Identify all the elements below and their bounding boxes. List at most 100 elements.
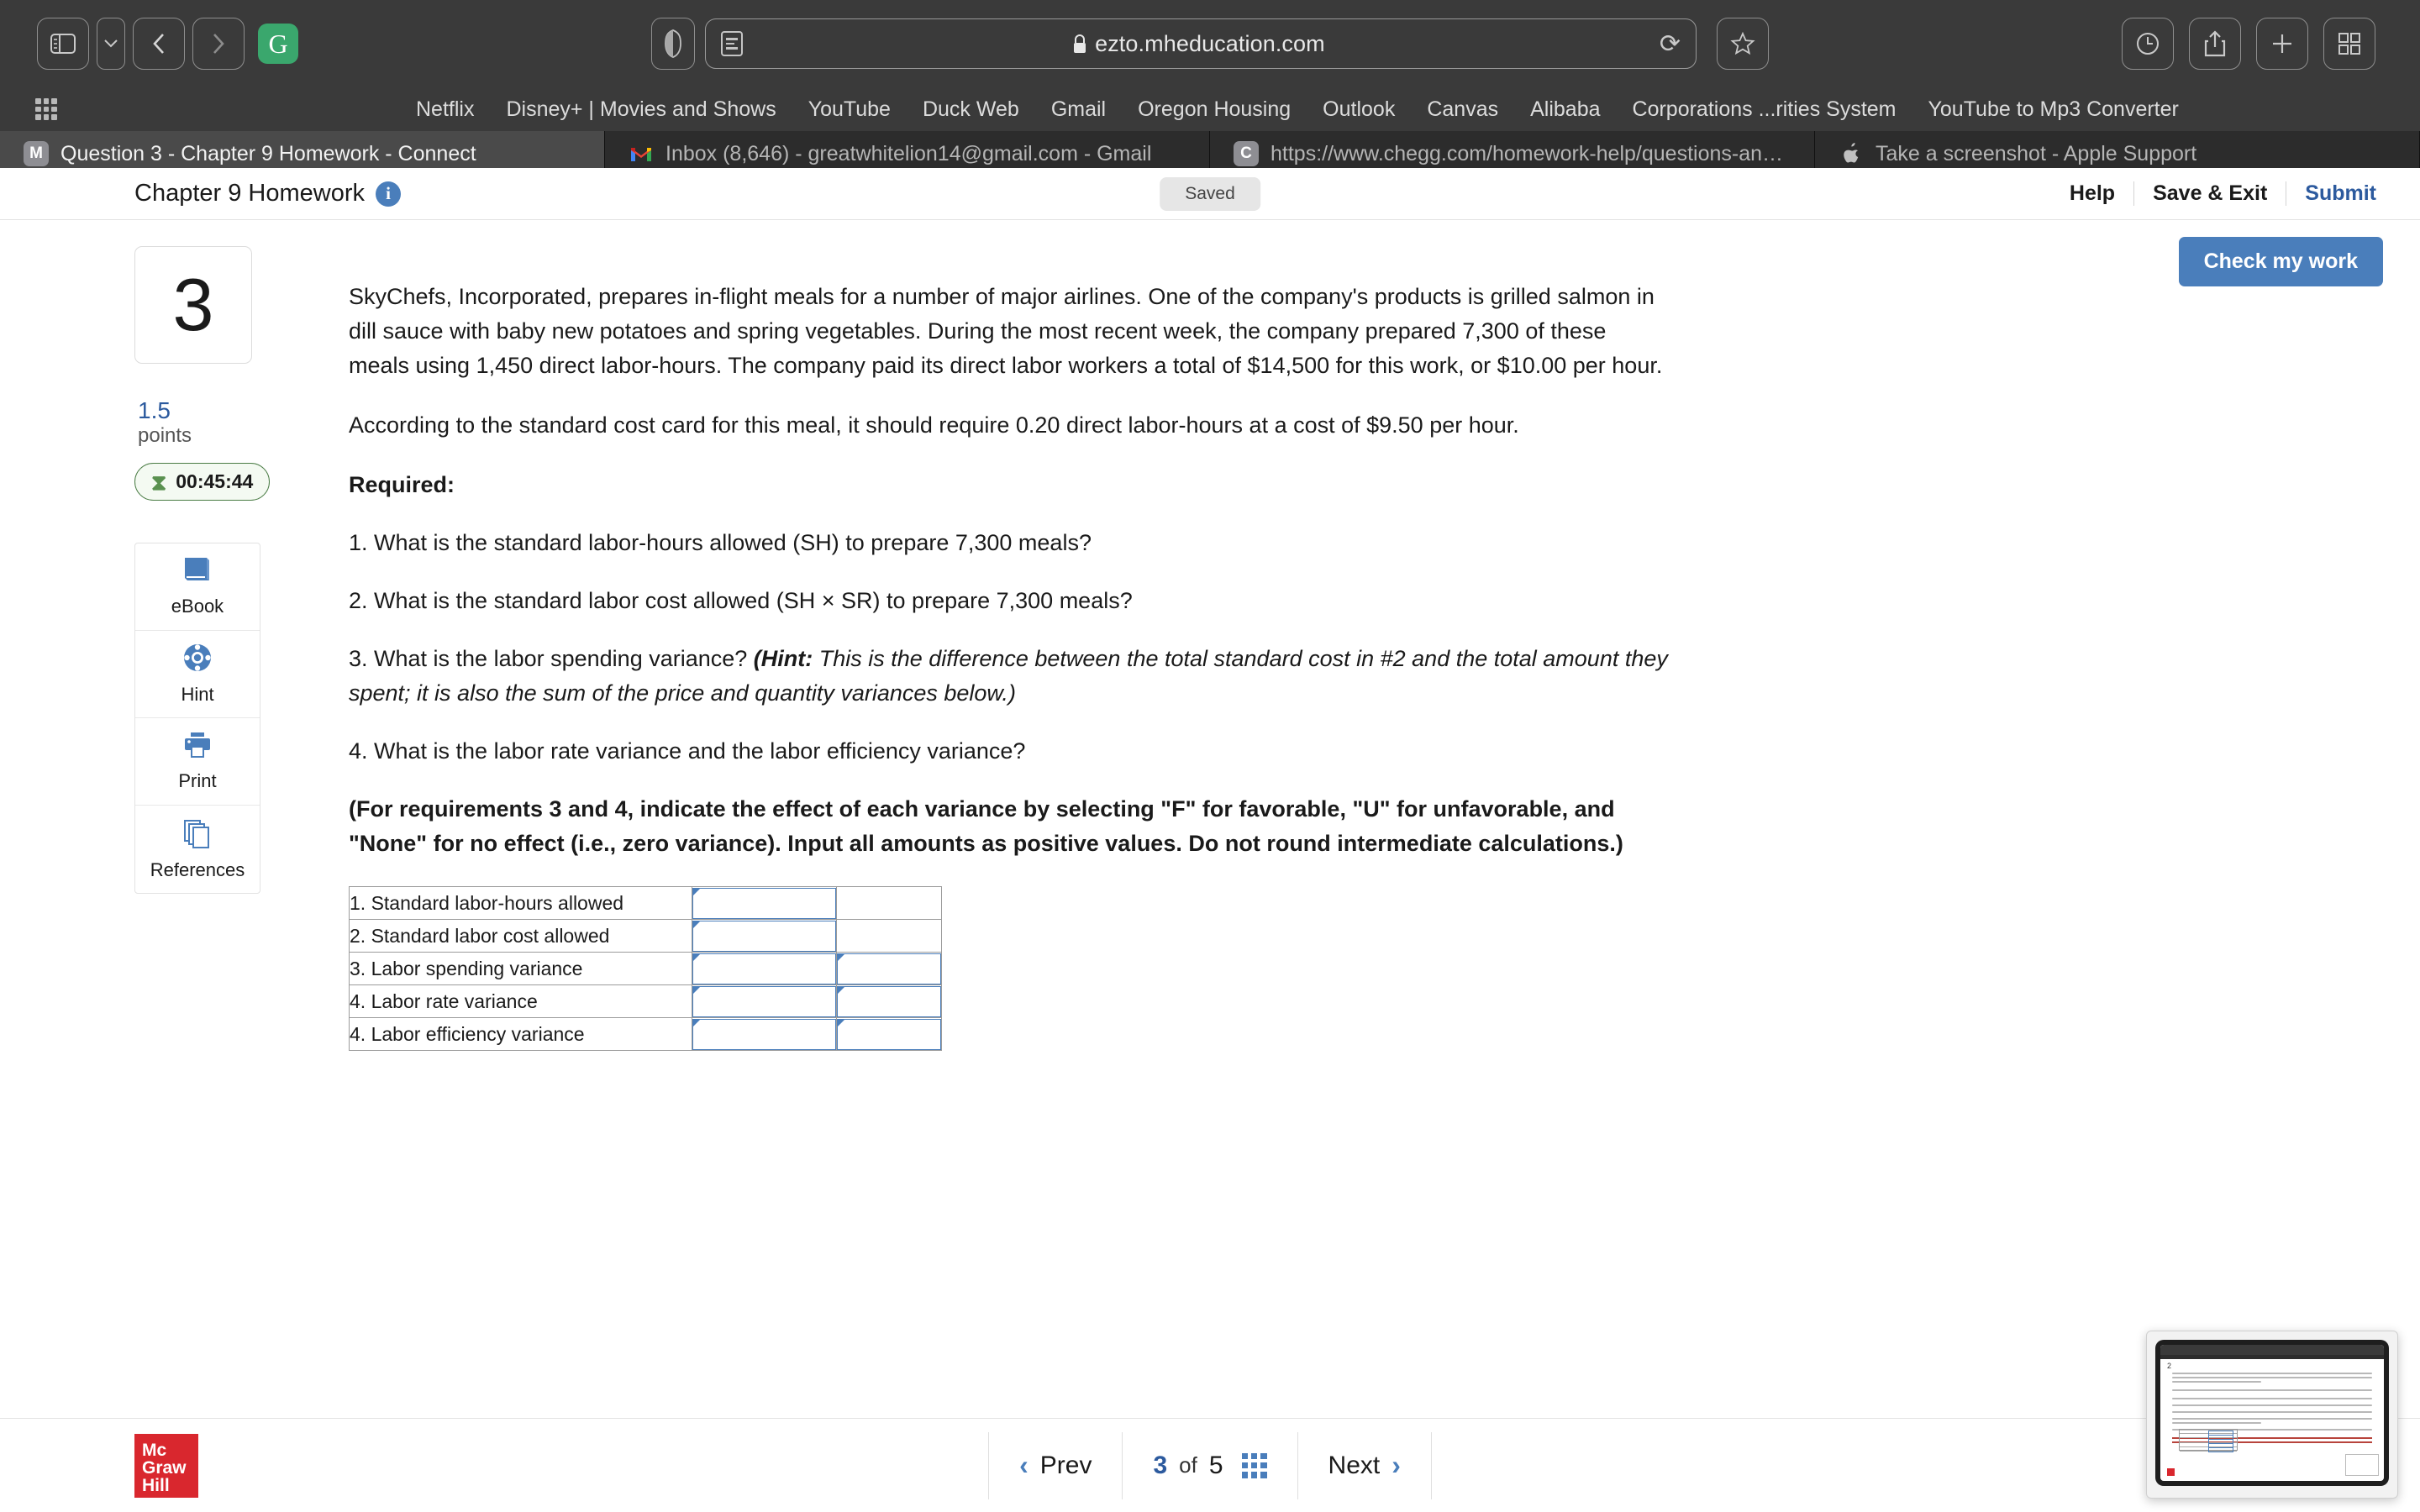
tool-label: Print (178, 770, 217, 792)
of-label: of (1179, 1452, 1197, 1478)
tool-references[interactable]: References (135, 806, 260, 893)
url-bar[interactable]: ezto.mheducation.com ⟳ (705, 18, 1697, 69)
bookmark-canvas[interactable]: Canvas (1411, 97, 1514, 122)
reader-view-icon[interactable] (721, 31, 743, 56)
back-icon[interactable] (133, 18, 185, 70)
check-my-work-button[interactable]: Check my work (2178, 237, 2383, 286)
answer-cell-blank (836, 886, 942, 921)
cell-flag-icon (693, 888, 701, 896)
logo-line-1: Mc (142, 1440, 167, 1460)
timer-badge: ⧗ 00:45:44 (134, 463, 271, 501)
info-icon[interactable]: i (376, 181, 401, 207)
bookmark-gmail[interactable]: Gmail (1035, 97, 1122, 122)
page-footer: Mc Graw Hill ‹ Prev 3 of 5 Next › (0, 1418, 2420, 1512)
logo-line-3: Hill (142, 1476, 170, 1496)
page-title-text: Chapter 9 Homework (134, 180, 365, 207)
pip-device-frame: 2 (2155, 1340, 2389, 1486)
chevron-left-icon: ‹ (1019, 1450, 1028, 1480)
prev-button[interactable]: ‹ Prev (989, 1431, 1123, 1499)
answer-input-3b[interactable] (837, 953, 941, 984)
required-label: Required: (349, 472, 455, 498)
answer-input-4b[interactable] (837, 985, 941, 1017)
picture-in-picture-preview[interactable]: 2 (2146, 1331, 2398, 1499)
forward-icon[interactable] (192, 18, 245, 70)
cell-flag-icon (838, 1019, 845, 1027)
privacy-shield-icon[interactable] (651, 18, 695, 70)
logo-line-2: Graw (142, 1457, 187, 1478)
pip-nested-thumbnail (2345, 1454, 2379, 1476)
tool-label: Hint (181, 684, 214, 706)
share-icon[interactable] (2189, 18, 2241, 70)
sidebar-toggle-icon[interactable] (37, 18, 89, 70)
answer-input-5b[interactable] (837, 1018, 941, 1050)
reload-icon[interactable]: ⟳ (1660, 29, 1681, 59)
history-clock-icon[interactable] (2122, 18, 2174, 70)
page-indicator[interactable]: 3 of 5 (1123, 1431, 1298, 1499)
answer-cell-secondary (836, 984, 942, 1019)
answer-cell-primary (692, 1017, 837, 1052)
browser-chrome: G ezto.mheducation.com ⟳ Netflix Disney+… (0, 0, 2420, 176)
row-label: 3. Labor spending variance (349, 952, 692, 986)
next-label: Next (1328, 1451, 1381, 1479)
grammarly-extension-button[interactable]: G (252, 18, 304, 70)
answer-input-5a[interactable] (692, 1018, 836, 1050)
answer-input-1a[interactable] (692, 887, 836, 919)
row-label: 4. Labor efficiency variance (349, 1017, 692, 1052)
page-title: Chapter 9 Homework i (134, 180, 401, 207)
table-row: 1. Standard labor-hours allowed (349, 886, 942, 921)
cell-flag-icon (838, 953, 845, 962)
grammarly-icon: G (258, 24, 298, 64)
answer-input-2a[interactable] (692, 920, 836, 952)
tool-label: eBook (171, 596, 224, 617)
printer-icon (182, 731, 213, 764)
current-page: 3 (1153, 1451, 1168, 1479)
bookmark-star-icon[interactable] (1717, 18, 1769, 70)
answer-cell-blank (836, 919, 942, 953)
tab-label: Take a screenshot - Apple Support (1876, 141, 2197, 165)
next-button[interactable]: Next › (1298, 1432, 1431, 1499)
chevron-down-icon[interactable] (97, 18, 125, 70)
pip-toolbar (2160, 1345, 2384, 1351)
question-grid-icon[interactable] (1241, 1452, 1267, 1478)
bookmark-corporations[interactable]: Corporations ...rities System (1617, 97, 1912, 122)
tool-print[interactable]: Print (135, 718, 260, 806)
answer-input-3a[interactable] (692, 953, 836, 984)
bookmark-duck-web[interactable]: Duck Web (907, 97, 1035, 122)
tool-ebook[interactable]: eBook (135, 543, 260, 632)
submit-button[interactable]: Submit (2286, 181, 2383, 206)
mheducation-favicon: M (24, 141, 49, 166)
requirement-3-lead: 3. What is the labor spending variance? (349, 646, 754, 672)
assignment-header: Chapter 9 Homework i Saved Help Save & E… (0, 168, 2420, 220)
apps-grid-icon[interactable] (35, 98, 57, 120)
status-badge: Saved (1160, 176, 1260, 211)
tool-hint[interactable]: Hint (135, 631, 260, 719)
hourglass-icon: ⧗ (151, 469, 167, 495)
question-sidebar: 3 1.5 points ⧗ 00:45:44 eBook Hint Print… (134, 238, 290, 1051)
bookmark-youtube[interactable]: YouTube (792, 97, 907, 122)
bookmark-outlook[interactable]: Outlook (1307, 97, 1411, 122)
answer-input-4a[interactable] (692, 985, 836, 1017)
url-text: ezto.mheducation.com (1095, 30, 1325, 56)
chegg-favicon: C (1234, 141, 1259, 166)
bookmark-oregon-housing[interactable]: Oregon Housing (1122, 97, 1307, 122)
plus-icon[interactable] (2256, 18, 2308, 70)
references-pages-icon (182, 818, 213, 853)
bookmark-disney[interactable]: Disney+ | Movies and Shows (490, 97, 792, 122)
bookmarks-list: Netflix Disney+ | Movies and Shows YouTu… (400, 97, 2195, 122)
header-actions: Help Save & Exit Submit (2051, 181, 2383, 206)
row-label: 2. Standard labor cost allowed (349, 919, 692, 953)
cell-flag-icon (693, 921, 701, 929)
bookmark-youtube-mp3[interactable]: YouTube to Mp3 Converter (1912, 97, 2195, 122)
tab-label: Inbox (8,646) - greatwhitelion14@gmail.c… (666, 141, 1152, 165)
apple-favicon (1839, 141, 1864, 166)
bookmark-alibaba[interactable]: Alibaba (1514, 97, 1616, 122)
help-button[interactable]: Help (2051, 181, 2135, 206)
answer-cell-primary (692, 886, 837, 921)
timer-value: 00:45:44 (176, 470, 254, 493)
bookmark-netflix[interactable]: Netflix (400, 97, 490, 122)
tools-panel: eBook Hint Print References (134, 543, 260, 895)
requirement-3: 3. What is the labor spending variance? … (349, 642, 1668, 711)
save-and-exit-button[interactable]: Save & Exit (2134, 181, 2287, 206)
cell-flag-icon (693, 986, 701, 995)
tab-overview-icon[interactable] (2323, 18, 2375, 70)
